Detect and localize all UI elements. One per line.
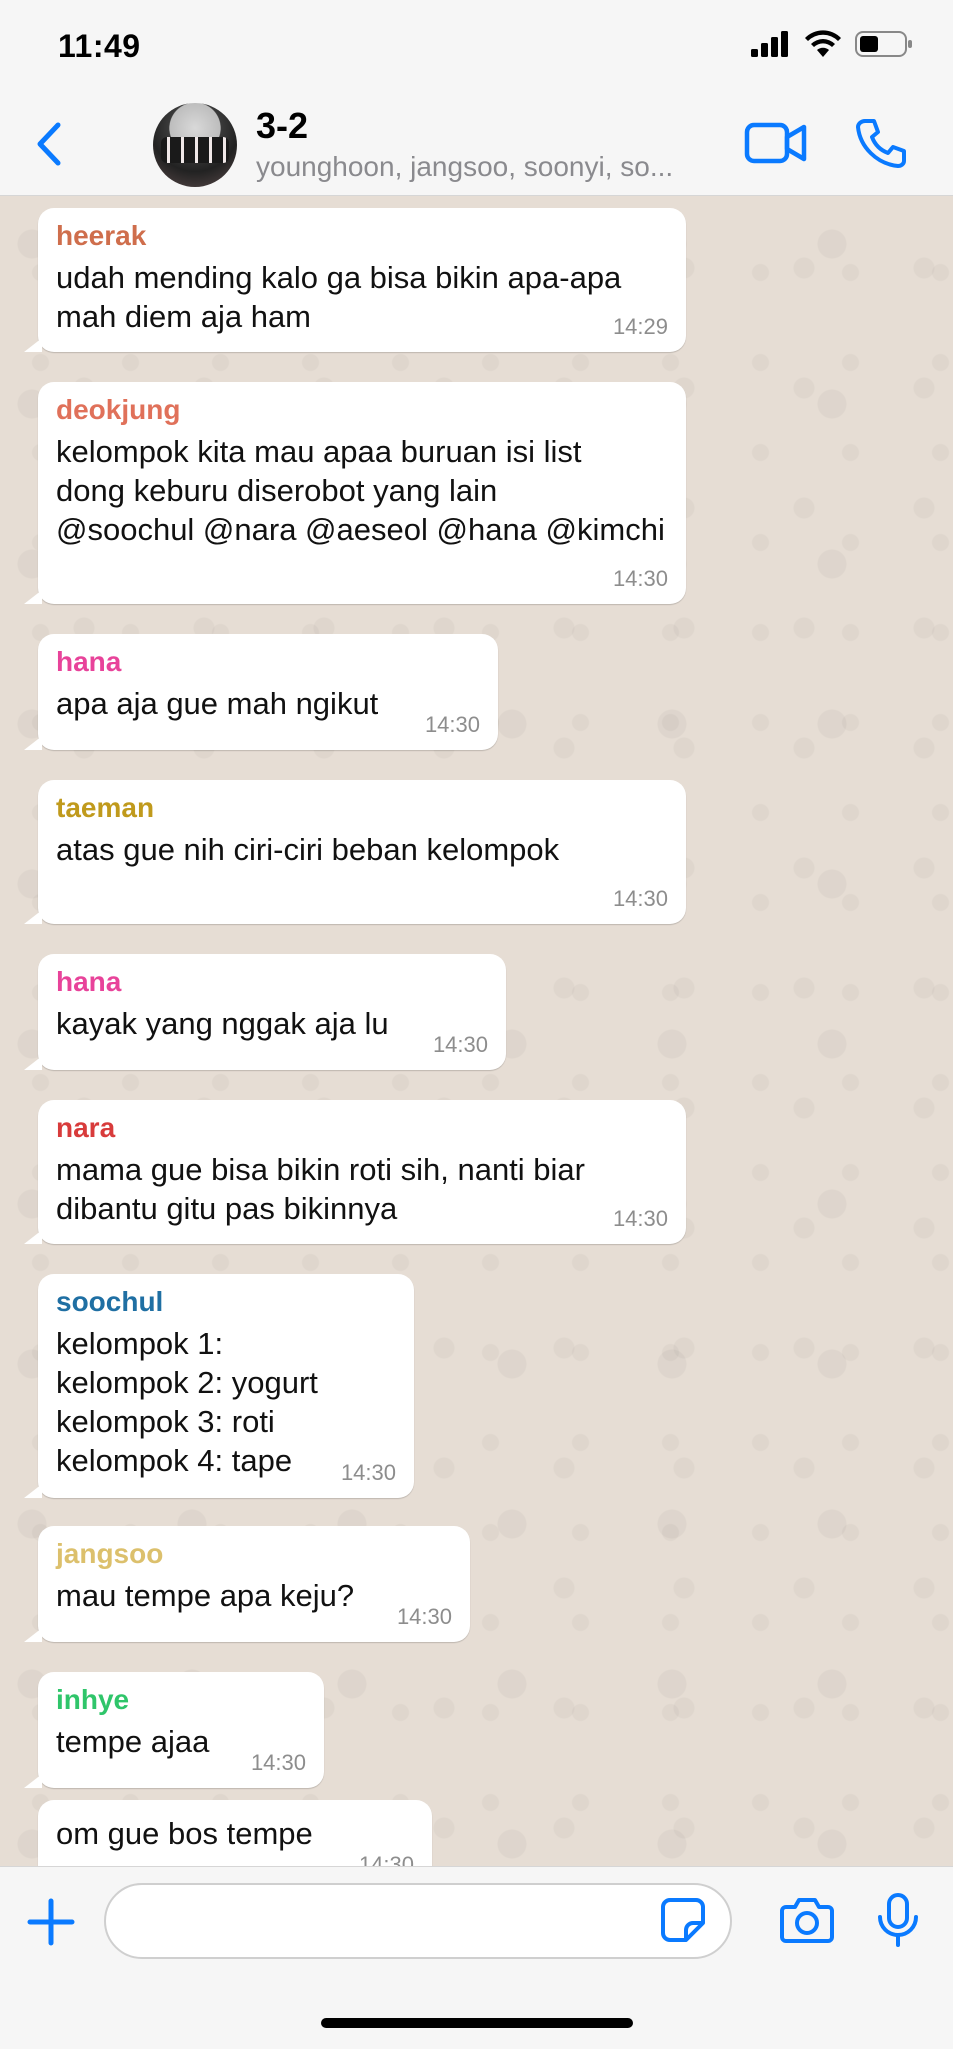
- phone-icon[interactable]: [855, 117, 907, 169]
- message-sender: nara: [56, 1112, 116, 1143]
- message-text: kelompok kita mau apaa buruan isi list d…: [56, 434, 665, 547]
- message-text: om gue bos tempe: [56, 1816, 313, 1851]
- system-icons: [751, 30, 913, 58]
- message-sender: jangsoo: [56, 1538, 164, 1569]
- message-bubble[interactable]: hana apa aja gue mah ngikut 14:30: [24, 634, 498, 750]
- message-bubble[interactable]: soochul kelompok 1: kelompok 2: yogurt k…: [24, 1274, 414, 1498]
- message-text: apa aja gue mah ngikut: [56, 686, 379, 721]
- message-time: 14:29: [612, 314, 668, 339]
- message-text: mama gue bisa bikin roti sih, nanti biar…: [56, 1152, 585, 1226]
- message-text: mau tempe apa keju?: [56, 1578, 355, 1613]
- chat-header: 3-2 younghoon, jangsoo, soonyi, so...: [0, 95, 953, 196]
- message-sender: soochul: [56, 1286, 164, 1317]
- cellular-signal-icon: [751, 31, 788, 57]
- message-sender: inhye: [56, 1684, 130, 1715]
- chevron-left-icon[interactable]: [30, 119, 70, 169]
- message-time: 14:30: [612, 566, 668, 591]
- camera-icon[interactable]: [780, 1897, 834, 1943]
- wifi-icon: [805, 30, 841, 57]
- message-time: 14:30: [612, 1206, 668, 1231]
- message-bubble[interactable]: jangsoo mau tempe apa keju? 14:30: [24, 1526, 470, 1642]
- video-camera-icon[interactable]: [744, 119, 808, 167]
- chat-messages[interactable]: heerak udah mending kalo ga bisa bikin a…: [0, 196, 953, 1866]
- message-time: 14:30: [358, 1852, 414, 1866]
- message-bubble[interactable]: taeman atas gue nih ciri-ciri beban kelo…: [24, 780, 686, 924]
- status-time: 11:49: [58, 28, 141, 64]
- status-bar: 11:49: [0, 0, 953, 95]
- message-text: udah mending kalo ga bisa bikin apa-apa …: [56, 260, 622, 334]
- message-bubble[interactable]: om gue bos tempe 14:30: [38, 1800, 432, 1866]
- message-bubble[interactable]: inhye tempe ajaa 14:30: [24, 1672, 324, 1788]
- message-sender: taeman: [56, 792, 155, 823]
- message-sender: deokjung: [56, 394, 181, 425]
- message-text: atas gue nih ciri-ciri beban kelompok: [56, 832, 560, 867]
- sticker-icon[interactable]: [660, 1897, 706, 1943]
- message-sender: heerak: [56, 220, 147, 251]
- group-avatar[interactable]: [153, 103, 237, 187]
- message-bubble[interactable]: heerak udah mending kalo ga bisa bikin a…: [24, 208, 686, 352]
- message-time: 14:30: [396, 1604, 452, 1629]
- message-time: 14:30: [612, 886, 668, 911]
- message-sender: hana: [56, 646, 122, 677]
- chat-members[interactable]: younghoon, jangsoo, soonyi, so...: [256, 151, 673, 183]
- message-input[interactable]: [104, 1883, 732, 1959]
- message-time: 14:30: [250, 1750, 306, 1775]
- message-sender: hana: [56, 966, 122, 997]
- message-bubble[interactable]: nara mama gue bisa bikin roti sih, nanti…: [24, 1100, 686, 1244]
- chat-title[interactable]: 3-2: [256, 105, 308, 147]
- home-indicator[interactable]: [321, 2018, 633, 2028]
- message-bubble[interactable]: hana kayak yang nggak aja lu 14:30: [24, 954, 506, 1070]
- battery-icon: [855, 31, 912, 57]
- message-text: kelompok 1: kelompok 2: yogurt kelompok …: [56, 1326, 318, 1478]
- plus-icon[interactable]: [26, 1897, 76, 1947]
- microphone-icon[interactable]: [876, 1893, 920, 1947]
- message-bubble[interactable]: deokjung kelompok kita mau apaa buruan i…: [24, 382, 686, 604]
- message-text: kayak yang nggak aja lu: [56, 1006, 389, 1041]
- message-time: 14:30: [424, 712, 480, 737]
- message-time: 14:30: [340, 1460, 396, 1485]
- message-time: 14:30: [432, 1032, 488, 1057]
